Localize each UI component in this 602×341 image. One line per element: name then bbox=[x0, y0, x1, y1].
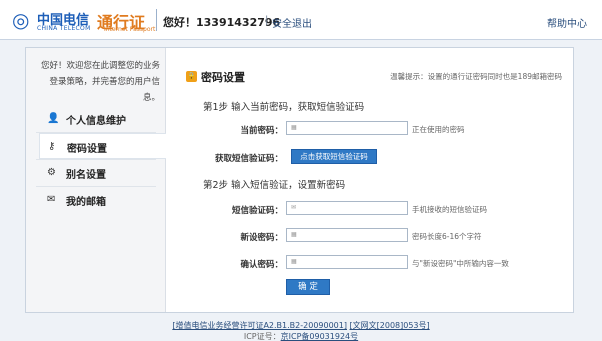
lock-icon: 🔒 bbox=[186, 71, 197, 82]
passport-brand-en: Internet Passport bbox=[104, 26, 156, 33]
footer-license: [增值电信业务经营许可证A2.B1.B2-20090001] [文网文[2008… bbox=[0, 320, 602, 331]
help-link[interactable]: 帮助中心 bbox=[547, 15, 587, 30]
sidebar-item-alias[interactable]: ⚙ 别名设置 bbox=[39, 160, 166, 186]
current-password-input[interactable]: ▦ bbox=[286, 121, 408, 135]
mail-icon: ✉ bbox=[47, 194, 56, 205]
header-divider bbox=[156, 9, 157, 31]
sidebar-item-password[interactable]: ⚷ 密码设置 bbox=[39, 133, 166, 159]
sidebar: 您好！欢迎您在此调整您的业务登录策略，并完善您的用户信息。 👤 个人信息维护 ⚷… bbox=[26, 48, 166, 312]
tip-text: 温馨提示：设置的通行证密码同时也是189邮箱密码 bbox=[390, 72, 562, 81]
sms-code-hint: 手机接收的短信验证码 bbox=[412, 205, 487, 214]
page: ◎ 中国电信 CHINA TELECOM 通行证 Internet Passpo… bbox=[0, 0, 602, 341]
step1-label: 第1步 输入当前密码，获取短信验证码 bbox=[203, 102, 365, 113]
welcome-text: 您好！欢迎您在此调整您的业务登录策略，并完善您的用户信息。 bbox=[40, 61, 160, 103]
new-password-input[interactable]: ▦ bbox=[286, 228, 408, 242]
new-password-label: 新设密码： bbox=[240, 233, 283, 243]
message-icon: ✉ bbox=[291, 204, 297, 211]
sidebar-item-profile[interactable]: 👤 个人信息维护 bbox=[39, 106, 166, 132]
sidebar-item-label: 我的邮箱 bbox=[66, 197, 106, 208]
page-title: 密码设置 bbox=[201, 71, 245, 84]
confirm-button[interactable]: 确 定 bbox=[286, 279, 330, 295]
get-sms-code-button[interactable]: 点击获取短信验证码 bbox=[291, 149, 377, 164]
footer-icp: ICP证号：京ICP备09031924号 bbox=[0, 331, 602, 341]
logout-link[interactable]: 安全退出 bbox=[272, 15, 312, 30]
user-icon: 👤 bbox=[47, 113, 60, 124]
step2-label: 第2步 输入短信验证，设置新密码 bbox=[203, 180, 346, 191]
lock-icon: ▦ bbox=[291, 258, 297, 265]
sidebar-item-label: 别名设置 bbox=[66, 170, 106, 181]
sidebar-item-label: 密码设置 bbox=[67, 144, 107, 155]
main-content: 🔒 密码设置 温馨提示：设置的通行证密码同时也是189邮箱密码 第1步 输入当前… bbox=[167, 48, 573, 312]
separator: | bbox=[265, 15, 269, 26]
content-panel: 您好！欢迎您在此调整您的业务登录策略，并完善您的用户信息。 👤 个人信息维护 ⚷… bbox=[25, 47, 574, 313]
sms-label: 获取短信验证码： bbox=[214, 154, 283, 164]
icp-prefix: ICP证号： bbox=[243, 332, 281, 341]
confirm-password-hint: 与"新设密码"中所输内容一致 bbox=[412, 259, 509, 268]
sms-code-input[interactable]: ✉ bbox=[286, 201, 408, 215]
sms-code-label: 短信验证码： bbox=[231, 206, 283, 216]
telecom-logo-icon: ◎ bbox=[12, 8, 30, 32]
tag-icon: ⚙ bbox=[47, 167, 56, 178]
logo-en: CHINA TELECOM bbox=[37, 25, 91, 32]
top-bar: ◎ 中国电信 CHINA TELECOM 通行证 Internet Passpo… bbox=[0, 0, 602, 40]
confirm-password-input[interactable]: ▦ bbox=[286, 255, 408, 269]
key-icon: ⚷ bbox=[48, 141, 56, 152]
license-link[interactable]: [增值电信业务经营许可证A2.B1.B2-20090001] bbox=[172, 321, 347, 330]
sidebar-item-label: 个人信息维护 bbox=[66, 116, 126, 127]
current-password-label: 当前密码： bbox=[240, 126, 283, 136]
sidebar-item-mail[interactable]: ✉ 我的邮箱 bbox=[39, 187, 166, 213]
icp-link[interactable]: 京ICP备09031924号 bbox=[281, 332, 359, 341]
current-password-hint: 正在使用的密码 bbox=[412, 125, 465, 134]
lock-icon: ▦ bbox=[291, 124, 297, 131]
confirm-password-label: 确认密码： bbox=[240, 260, 283, 270]
lock-icon: ▦ bbox=[291, 231, 297, 238]
greeting-text: 您好！13391432796 bbox=[163, 16, 281, 29]
new-password-hint: 密码长度6-16个字符 bbox=[412, 232, 482, 241]
culture-license-link[interactable]: [文网文[2008]053号] bbox=[350, 321, 430, 330]
